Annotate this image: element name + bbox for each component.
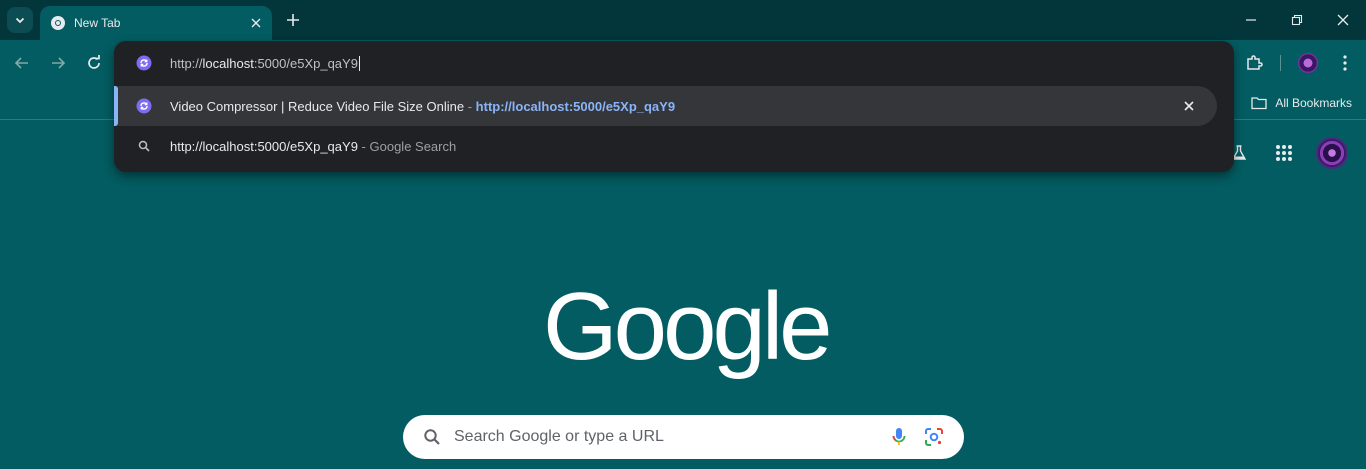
minimize-button[interactable]	[1228, 0, 1274, 40]
tab-search-button[interactable]	[7, 7, 33, 33]
suggestion-text: Video Compressor | Reduce Video File Siz…	[170, 99, 675, 114]
all-bookmarks-button[interactable]: All Bookmarks	[1251, 92, 1352, 114]
arrow-right-icon	[52, 57, 66, 69]
account-avatar[interactable]	[1316, 137, 1348, 169]
chevron-down-icon	[15, 17, 25, 24]
text-caret	[358, 55, 360, 71]
chrome-icon	[50, 15, 66, 31]
tab-title: New Tab	[74, 16, 121, 30]
avatar	[1298, 53, 1318, 73]
plus-icon	[287, 14, 299, 26]
toolbar-divider	[1280, 55, 1281, 71]
camera-lens-icon	[925, 428, 943, 446]
close-icon	[1337, 14, 1349, 26]
suggestion-title: Video Compressor | Reduce Video File Siz…	[170, 98, 465, 114]
restore-button[interactable]	[1274, 0, 1320, 40]
ntp-search-placeholder: Search Google or type a URL	[454, 428, 664, 445]
forward-button[interactable]	[46, 51, 70, 75]
selection-indicator	[114, 86, 118, 126]
search-suffix: Google Search	[369, 138, 457, 154]
suggestion-row-selected[interactable]: Video Compressor | Reduce Video File Siz…	[114, 86, 1217, 126]
apps-grid-icon	[1276, 145, 1292, 161]
profile-button[interactable]	[1296, 51, 1320, 75]
google-apps-button[interactable]	[1271, 140, 1297, 166]
all-bookmarks-label: All Bookmarks	[1275, 96, 1352, 110]
arrow-left-icon	[14, 57, 28, 69]
omnibox-input[interactable]: http://localhost:5000/e5Xp_qaY9	[114, 43, 1234, 83]
back-button[interactable]	[10, 51, 34, 75]
search-icon	[135, 137, 153, 155]
close-icon	[251, 18, 261, 28]
microphone-icon	[892, 428, 906, 445]
extensions-button[interactable]	[1242, 51, 1266, 75]
site-favicon-icon	[135, 97, 153, 115]
omnibox-input-text: http://localhost:5000/e5Xp_qaY9	[170, 55, 360, 71]
suggestion-url: http://localhost:5000/e5Xp_qaY9	[475, 98, 676, 114]
remove-suggestion-button[interactable]	[1179, 96, 1199, 116]
url-scheme: http://	[170, 55, 203, 71]
google-lens-button[interactable]	[923, 426, 945, 448]
menu-button[interactable]	[1333, 51, 1357, 75]
ntp-search-box[interactable]: Search Google or type a URL	[403, 415, 964, 459]
url-host: localhost	[202, 55, 254, 71]
search-query: http://localhost:5000/e5Xp_qaY9	[170, 138, 358, 154]
close-icon	[1184, 101, 1194, 111]
tab-strip: New Tab	[0, 0, 1366, 40]
search-suggestion-text: http://localhost:5000/e5Xp_qaY9 - Google…	[170, 139, 456, 154]
tab-new-tab[interactable]: New Tab	[40, 6, 272, 40]
close-window-button[interactable]	[1320, 0, 1366, 40]
folder-icon	[1251, 97, 1267, 110]
site-favicon-icon	[135, 54, 153, 72]
voice-search-button[interactable]	[888, 426, 910, 448]
tab-close-button[interactable]	[246, 13, 266, 33]
more-vert-icon	[1343, 55, 1347, 71]
new-tab-button[interactable]	[281, 8, 305, 32]
restore-icon	[1291, 14, 1303, 26]
google-logo: Google	[543, 273, 833, 380]
puzzle-icon	[1247, 55, 1263, 70]
suggestion-row-search[interactable]: http://localhost:5000/e5Xp_qaY9 - Google…	[114, 126, 1234, 166]
suggestion-separator: -	[464, 98, 476, 114]
reload-button[interactable]	[82, 51, 106, 75]
minimize-icon	[1246, 19, 1256, 21]
search-separator: -	[357, 138, 370, 154]
url-path: :5000/e5Xp_qaY9	[253, 55, 358, 71]
omnibox-popup: http://localhost:5000/e5Xp_qaY9 Video Co…	[114, 41, 1234, 172]
search-icon	[422, 427, 442, 447]
reload-icon	[88, 55, 100, 69]
